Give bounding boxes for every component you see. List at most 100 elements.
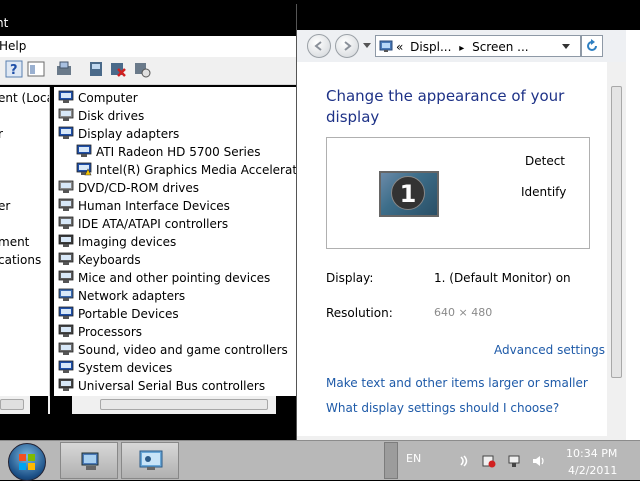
scroll-thumb[interactable] xyxy=(611,86,622,378)
clock-date[interactable]: 4/2/2011 xyxy=(568,464,617,477)
taskbar-device-manager[interactable] xyxy=(60,442,118,479)
windows-logo-icon xyxy=(19,454,35,470)
identify-button[interactable]: Identify xyxy=(521,185,566,199)
device-label: Mice and other pointing devices xyxy=(78,271,271,285)
keyboard-icon xyxy=(58,252,74,265)
device-label: Imaging devices xyxy=(78,235,177,249)
refresh-icon xyxy=(587,39,597,51)
device-label: Processors xyxy=(78,325,143,339)
recent-pages-dropdown-icon[interactable] xyxy=(363,43,371,49)
hid-icon xyxy=(58,198,74,211)
forward-button[interactable] xyxy=(335,34,359,58)
properties-icon[interactable] xyxy=(55,60,73,78)
toolbar: ? xyxy=(0,57,300,85)
overlay-black xyxy=(54,396,72,414)
usb-icon xyxy=(58,378,74,391)
breadcrumb-screen-resolution[interactable]: Screen ... xyxy=(472,40,529,54)
background-window-edge xyxy=(626,0,640,440)
console-tree-item[interactable]: ment xyxy=(0,235,29,249)
advanced-settings-link[interactable]: Advanced settings xyxy=(494,343,605,357)
resolution-select[interactable]: 640 × 480 xyxy=(434,306,492,319)
screen-resolution-window: « Displ... ▸ Screen ... Change the appea… xyxy=(296,0,626,440)
help-icon[interactable]: ? xyxy=(5,60,23,78)
breadcrumb: « Displ... ▸ Screen ... xyxy=(396,40,529,54)
menu-help[interactable]: Help xyxy=(0,39,26,53)
device-label: Display adapters xyxy=(78,127,180,141)
clock-time[interactable]: 10:34 PM xyxy=(566,447,617,460)
console-tree-item[interactable]: r xyxy=(0,127,3,141)
device-label: ATI Radeon HD 5700 Series xyxy=(96,145,261,159)
breadcrumb-overflow[interactable]: « xyxy=(396,40,403,54)
vertical-scrollbar[interactable] xyxy=(607,62,626,436)
console-tree-item[interactable]: er xyxy=(0,199,10,213)
refresh-button[interactable] xyxy=(581,35,603,57)
right-horizontal-scrollbar[interactable] xyxy=(54,396,300,414)
console-tree-icon[interactable] xyxy=(27,60,45,78)
text-size-link[interactable]: Make text and other items larger or smal… xyxy=(326,376,588,390)
monitor-warning-icon xyxy=(76,162,92,176)
display-help-link[interactable]: What display settings should I choose? xyxy=(326,401,559,415)
overlay-black xyxy=(276,396,296,414)
overlay-black xyxy=(30,396,48,414)
console-tree-item[interactable]: cations xyxy=(0,253,41,267)
device-label: System devices xyxy=(78,361,173,375)
computer-icon xyxy=(58,90,74,103)
uninstall-icon[interactable] xyxy=(109,60,127,78)
action-center-icon[interactable] xyxy=(482,454,496,468)
disk-drive-icon xyxy=(58,108,74,121)
control-panel-icon xyxy=(139,450,163,470)
device-label: Computer xyxy=(78,91,138,105)
detect-button[interactable]: Detect xyxy=(525,154,565,168)
device-label: Human Interface Devices xyxy=(78,199,230,213)
taskbar: EN 10:34 PM 4/2/2011 xyxy=(0,440,640,481)
breadcrumb-separator[interactable]: ▸ xyxy=(459,43,464,54)
wireless-icon[interactable] xyxy=(458,454,472,468)
device-label: IDE ATA/ATAPI controllers xyxy=(78,217,229,231)
portable-device-icon xyxy=(58,306,74,319)
display-adapter-icon xyxy=(58,126,74,139)
device-label: DVD/CD-ROM drives xyxy=(78,181,200,195)
scroll-thumb[interactable] xyxy=(0,399,24,410)
device-tree: Computer Disk drives Display adapters ATI R… xyxy=(54,87,300,397)
device-label: Universal Serial Bus controllers xyxy=(78,379,266,393)
language-indicator[interactable]: EN xyxy=(406,452,421,465)
dvd-drive-icon xyxy=(58,180,74,193)
back-arrow-icon xyxy=(314,41,322,51)
mouse-icon xyxy=(58,270,74,283)
monitor-number: 1 xyxy=(391,176,425,210)
page-title: Change the appearance of your display xyxy=(326,87,565,126)
taskbar-control-panel[interactable] xyxy=(121,442,179,479)
navigation-bar: « Displ... ▸ Screen ... xyxy=(297,30,626,62)
device-label: Keyboards xyxy=(78,253,141,267)
monitor-1[interactable]: 1 xyxy=(379,171,439,217)
system-device-icon xyxy=(58,360,74,373)
volume-icon[interactable] xyxy=(531,454,545,468)
console-tree-item[interactable]: ent (Local xyxy=(0,91,49,105)
monitor-icon xyxy=(76,144,92,157)
scroll-thumb[interactable] xyxy=(100,399,268,410)
menu-bar: Help xyxy=(0,36,300,57)
address-bar[interactable]: « Displ... ▸ Screen ... xyxy=(375,35,581,57)
console-tree-pane: ent (Local r er ment cations xyxy=(0,87,50,397)
content-area: Change the appearance of your display 1 … xyxy=(297,62,607,436)
network-icon[interactable] xyxy=(507,454,521,468)
background-window xyxy=(626,30,640,440)
speaker-icon xyxy=(58,342,74,355)
display-select[interactable]: 1. (Default Monitor) on xyxy=(434,271,571,285)
camera-icon xyxy=(58,234,74,247)
display-label: Display: xyxy=(326,271,374,285)
device-manager-titlebar[interactable]: nt xyxy=(0,0,300,36)
breadcrumb-display[interactable]: Displ... xyxy=(410,40,451,54)
device-label: Network adapters xyxy=(78,289,186,303)
update-driver-icon[interactable] xyxy=(133,60,151,78)
device-label: Intel(R) Graphics Media Accelerator H xyxy=(96,163,300,177)
scan-hardware-icon[interactable] xyxy=(87,60,105,78)
address-dropdown-icon[interactable] xyxy=(562,44,570,50)
forward-arrow-icon xyxy=(344,41,352,51)
device-label: Sound, video and game controllers xyxy=(78,343,288,357)
monitor-arrangement: 1 Detect Identify xyxy=(326,137,590,249)
back-button[interactable] xyxy=(307,34,331,58)
start-button[interactable] xyxy=(8,443,46,481)
control-panel-icon xyxy=(379,40,393,52)
device-manager-icon xyxy=(81,452,99,470)
